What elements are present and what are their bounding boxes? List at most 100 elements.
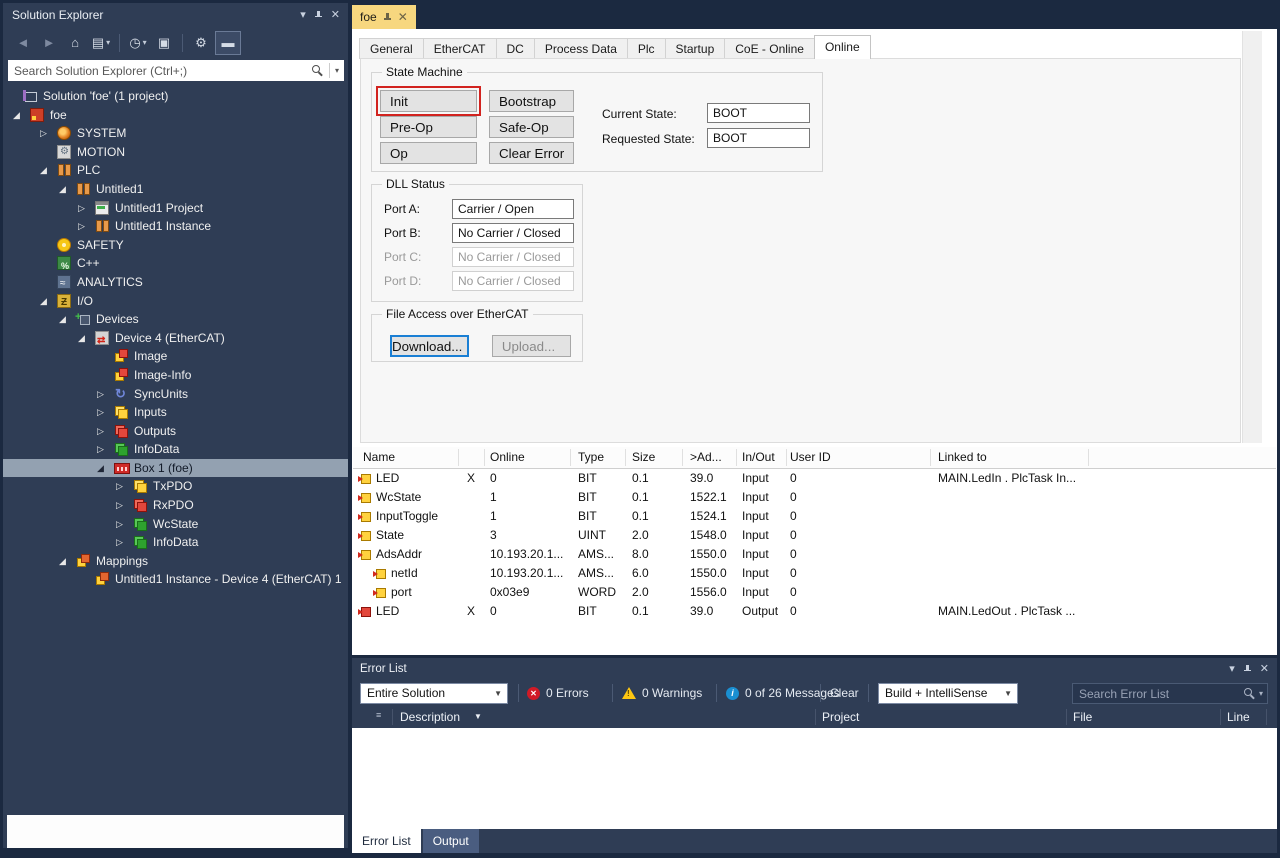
- grid-column-Size[interactable]: Size: [632, 447, 655, 468]
- pin-icon[interactable]: [383, 12, 392, 22]
- warnings-filter-button[interactable]: 0 Warnings: [622, 683, 702, 703]
- grid-column-Linked to[interactable]: Linked to: [938, 447, 987, 468]
- port-status-field[interactable]: [452, 223, 574, 243]
- tree-item-devices[interactable]: ◢Devices: [3, 310, 348, 329]
- tree-item-solution-foe-1-project[interactable]: Solution 'foe' (1 project): [3, 87, 348, 106]
- back-icon[interactable]: ◄: [11, 32, 35, 54]
- collapse-all-icon[interactable]: ▣: [152, 32, 176, 54]
- tree-item-txpdo[interactable]: ▷TxPDO: [3, 477, 348, 496]
- collapse-arrow-icon[interactable]: ◢: [97, 459, 104, 478]
- download-button[interactable]: Download...: [390, 335, 469, 357]
- tab-general[interactable]: General: [359, 38, 424, 59]
- bottom-tab-output[interactable]: Output: [423, 829, 479, 853]
- grid-row-inputtoggle[interactable]: InputToggle1BIT0.11524.1Input0: [353, 507, 1276, 526]
- collapse-arrow-icon[interactable]: ◢: [59, 180, 66, 199]
- tree-item-plc[interactable]: ◢PLC: [3, 161, 348, 180]
- expand-arrow-icon[interactable]: ▷: [116, 496, 123, 515]
- collapse-arrow-icon[interactable]: ◢: [13, 106, 20, 125]
- tree-item-infodata[interactable]: ▷InfoData: [3, 440, 348, 459]
- collapse-arrow-icon[interactable]: ◢: [78, 329, 85, 348]
- close-icon[interactable]: ✕: [398, 10, 408, 24]
- tree-item-inputs[interactable]: ▷Inputs: [3, 403, 348, 422]
- tree-item-system[interactable]: ▷SYSTEM: [3, 124, 348, 143]
- search-input[interactable]: [1073, 686, 1244, 702]
- expand-arrow-icon[interactable]: ▷: [97, 422, 104, 441]
- search-icon[interactable]: [312, 65, 323, 76]
- search-dropdown-icon[interactable]: ▾: [329, 63, 339, 78]
- close-icon[interactable]: ✕: [1260, 662, 1269, 675]
- requested-state-field[interactable]: [707, 128, 810, 148]
- tree-item-syncunits[interactable]: ▷SyncUnits: [3, 385, 348, 404]
- solution-explorer-search[interactable]: ▾: [8, 60, 344, 81]
- grid-column-User ID[interactable]: User ID: [790, 447, 831, 468]
- expand-arrow-icon[interactable]: ▷: [78, 217, 85, 236]
- error-list-search[interactable]: ▾: [1072, 683, 1268, 704]
- tree-item-foe[interactable]: ◢foe: [3, 106, 348, 125]
- init-button[interactable]: Init: [380, 90, 477, 112]
- grid-row-led[interactable]: LEDX0BIT0.139.0Output0MAIN.LedOut . PlcT…: [353, 602, 1276, 621]
- grid-column->Ad...[interactable]: >Ad...: [690, 447, 722, 468]
- tree-item-rxpdo[interactable]: ▷RxPDO: [3, 496, 348, 515]
- column-description[interactable]: Description: [400, 706, 460, 728]
- column-line[interactable]: Line: [1227, 706, 1250, 728]
- tree-item-i-o[interactable]: ◢I/O: [3, 292, 348, 311]
- forward-icon[interactable]: ►: [37, 32, 61, 54]
- column-project[interactable]: Project: [822, 706, 859, 728]
- tree-item-wcstate[interactable]: ▷WcState: [3, 515, 348, 534]
- expand-arrow-icon[interactable]: ▷: [40, 124, 47, 143]
- grid-row-led[interactable]: LEDX0BIT0.139.0Input0MAIN.LedIn . PlcTas…: [353, 469, 1276, 488]
- expand-arrow-icon[interactable]: ▷: [97, 440, 104, 459]
- tab-plc[interactable]: Plc: [627, 38, 666, 59]
- grid-row-netid[interactable]: netId10.193.20.1...AMS...6.01550.0Input0: [353, 564, 1276, 583]
- expand-arrow-icon[interactable]: ▷: [116, 515, 123, 534]
- search-icon[interactable]: [1244, 688, 1255, 699]
- pin-icon[interactable]: [314, 10, 323, 20]
- grid-column-Name[interactable]: Name: [363, 447, 395, 468]
- collapse-arrow-icon[interactable]: ◢: [40, 161, 47, 180]
- collapse-arrow-icon[interactable]: ◢: [59, 310, 66, 329]
- tab-online[interactable]: Online: [814, 35, 871, 59]
- grid-row-port[interactable]: port0x03e9WORD2.01556.0Input0: [353, 583, 1276, 602]
- tab-startup[interactable]: Startup: [665, 38, 726, 59]
- tree-item-untitled1-instance-device-4-ethercat-1[interactable]: Untitled1 Instance - Device 4 (EtherCAT)…: [3, 570, 348, 589]
- tree-item-image-info[interactable]: Image-Info: [3, 366, 348, 385]
- safe-op-button[interactable]: Safe-Op: [489, 116, 574, 138]
- port-status-field[interactable]: [452, 199, 574, 219]
- errors-filter-button[interactable]: ✕ 0 Errors: [527, 683, 589, 703]
- expand-arrow-icon[interactable]: ▷: [97, 403, 104, 422]
- op-button[interactable]: Op: [380, 142, 477, 164]
- tree-item-box-1-foe[interactable]: ◢Box 1 (foe): [3, 459, 348, 478]
- home-icon[interactable]: ⌂: [63, 32, 87, 54]
- expand-arrow-icon[interactable]: ▷: [78, 199, 85, 218]
- clear-error-button[interactable]: Clear Error: [489, 142, 574, 164]
- pre-op-button[interactable]: Pre-Op: [380, 116, 477, 138]
- grid-row-adsaddr[interactable]: AdsAddr10.193.20.1...AMS...8.01550.0Inpu…: [353, 545, 1276, 564]
- messages-filter-button[interactable]: i 0 of 26 Messages: [726, 683, 840, 703]
- tree-item-c[interactable]: C++: [3, 254, 348, 273]
- switch-views-icon[interactable]: ▤▾: [89, 32, 113, 54]
- bottom-tab-error-list[interactable]: Error List: [352, 829, 421, 853]
- collapse-arrow-icon[interactable]: ◢: [59, 552, 66, 571]
- search-input[interactable]: [8, 61, 312, 80]
- tree-item-device-4-ethercat[interactable]: ◢Device 4 (EtherCAT): [3, 329, 348, 348]
- chevron-down-icon[interactable]: ▾: [300, 8, 306, 21]
- grid-column-Online[interactable]: Online: [490, 447, 525, 468]
- tree-item-untitled1-instance[interactable]: ▷Untitled1 Instance: [3, 217, 348, 236]
- build-filter-combo[interactable]: Build + IntelliSense ▼: [878, 683, 1018, 704]
- expand-arrow-icon[interactable]: ▷: [97, 385, 104, 404]
- vertical-scrollbar[interactable]: [1242, 31, 1262, 443]
- tree-item-mappings[interactable]: ◢Mappings: [3, 552, 348, 571]
- search-dropdown-icon[interactable]: ▾: [1259, 689, 1263, 698]
- column-file[interactable]: File: [1073, 706, 1092, 728]
- tree-item-analytics[interactable]: ANALYTICS: [3, 273, 348, 292]
- tree-horizontal-scrollbar[interactable]: [7, 815, 344, 848]
- tree-item-infodata[interactable]: ▷InfoData: [3, 533, 348, 552]
- tree-item-outputs[interactable]: ▷Outputs: [3, 422, 348, 441]
- grid-row-wcstate[interactable]: WcState1BIT0.11522.1Input0: [353, 488, 1276, 507]
- tab-ethercat[interactable]: EtherCAT: [423, 38, 497, 59]
- bootstrap-button[interactable]: Bootstrap: [489, 90, 574, 112]
- scope-filter-combo[interactable]: Entire Solution ▼: [360, 683, 508, 704]
- expand-arrow-icon[interactable]: ▷: [116, 533, 123, 552]
- document-tab-foe[interactable]: foe ✕: [352, 5, 416, 29]
- grid-column-Type[interactable]: Type: [578, 447, 604, 468]
